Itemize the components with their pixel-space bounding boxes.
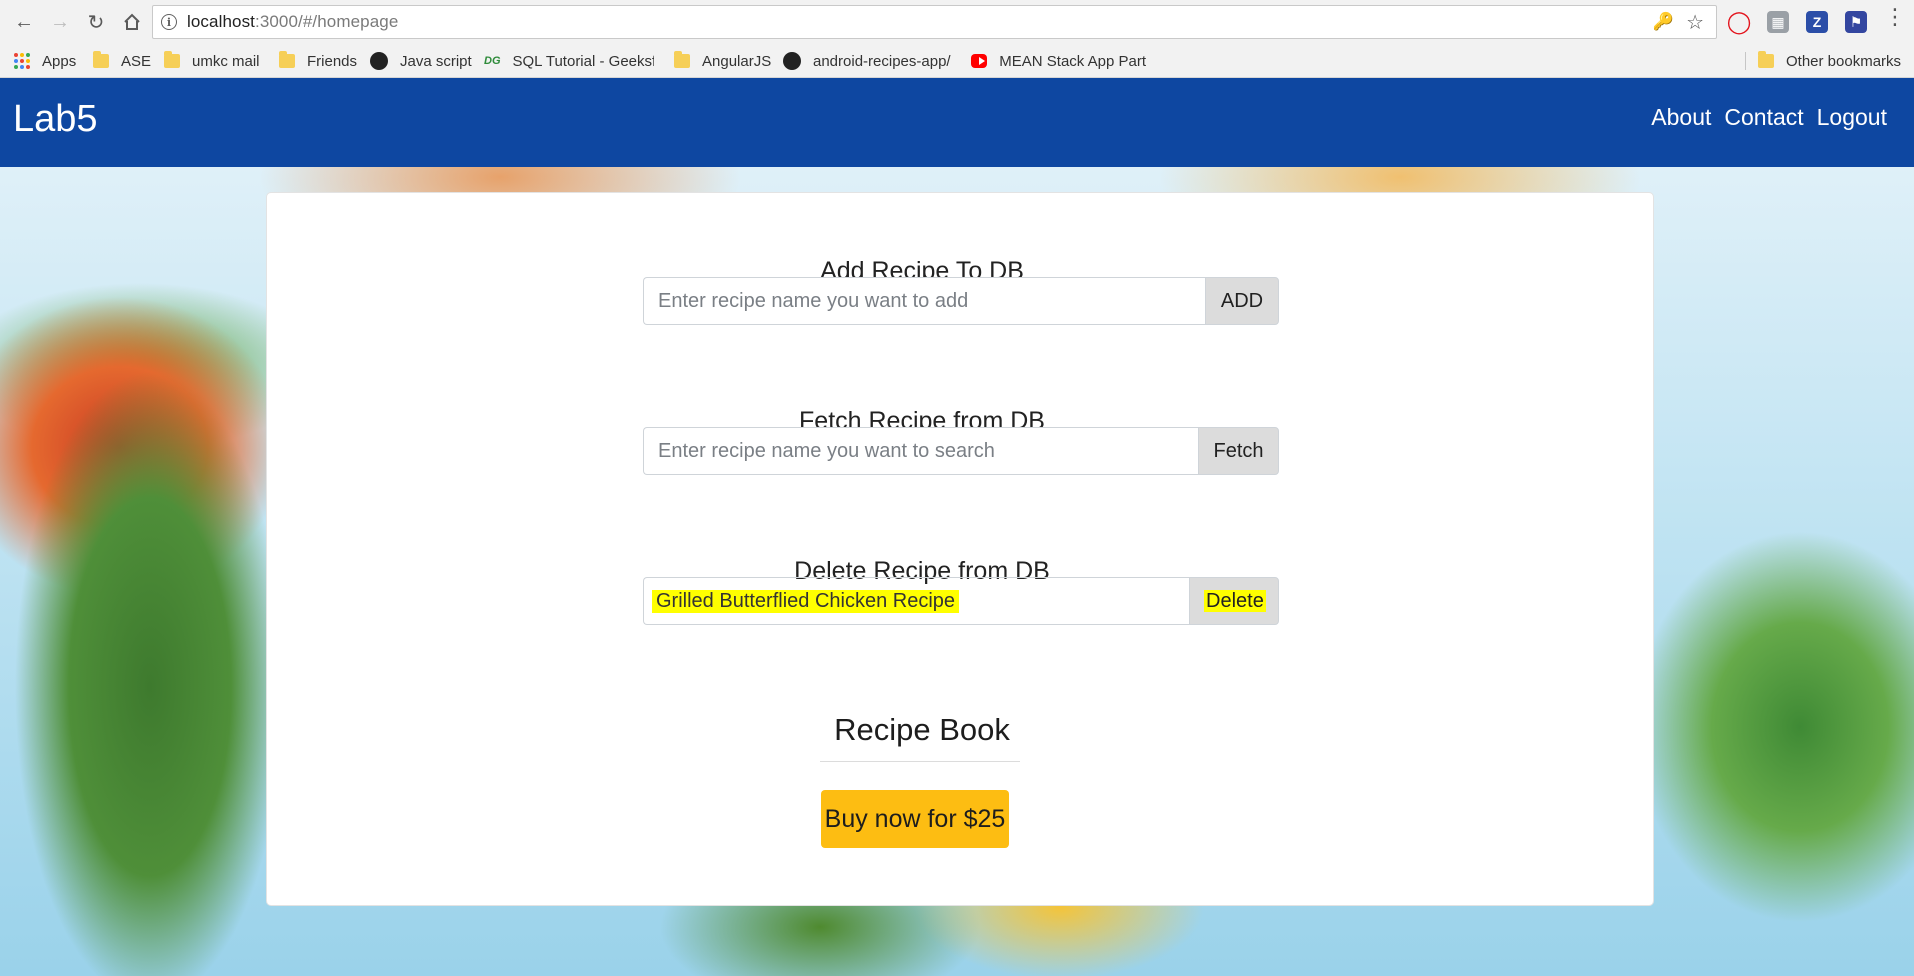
bookmark-friends[interactable]: Friends	[279, 44, 357, 78]
home-icon[interactable]	[116, 6, 148, 38]
bookmarks-bar: Apps ASE umkc mail Friends Java script D…	[0, 44, 1914, 78]
flag-extension-icon[interactable]: ⚑	[1845, 11, 1867, 33]
bookmark-java-script[interactable]: Java script	[370, 44, 472, 78]
github-icon	[370, 52, 388, 70]
apps-grid-icon	[14, 53, 30, 69]
reload-icon[interactable]: ↻	[80, 6, 112, 38]
nav-link-logout[interactable]: Logout	[1817, 104, 1887, 131]
nav-links: About Contact Logout	[1638, 104, 1887, 131]
folder-icon	[279, 51, 295, 68]
menu-icon[interactable]: ⋮	[1884, 6, 1906, 28]
url-text: localhost:3000/#/homepage	[187, 12, 399, 31]
bookmarks-divider	[1745, 52, 1746, 70]
geeksforgeeks-icon: DG	[484, 55, 501, 67]
delete-recipe-group: Grilled Butterflied Chicken Recipe Delet…	[643, 577, 1279, 625]
recipe-book-title: Recipe Book	[834, 712, 1010, 747]
bookmark-apps[interactable]: Apps	[14, 44, 76, 78]
bookmark-star-icon[interactable]: ☆	[1686, 10, 1704, 35]
opera-extension-icon[interactable]: ◯	[1727, 9, 1752, 34]
bookmark-umkc-mail[interactable]: umkc mail	[164, 44, 260, 78]
buy-now-button[interactable]: Buy now for $25	[821, 790, 1009, 848]
folder-icon	[1758, 51, 1774, 68]
divider	[820, 761, 1020, 762]
add-recipe-group: ADD	[643, 277, 1279, 325]
folder-icon	[93, 51, 109, 68]
page-viewport: Lab5 About Contact Logout Add Recipe To …	[0, 78, 1914, 976]
add-recipe-input[interactable]	[643, 277, 1205, 325]
extension-icon[interactable]: ▦	[1767, 11, 1789, 33]
nav-link-about[interactable]: About	[1651, 104, 1711, 131]
nav-link-contact[interactable]: Contact	[1724, 104, 1803, 131]
info-icon[interactable]: i	[161, 14, 177, 30]
browser-toolbar: ← → ↻ i localhost:3000/#/homepage 🔑 ☆ ◯ …	[0, 0, 1914, 44]
folder-icon	[674, 51, 690, 68]
youtube-icon	[971, 54, 988, 68]
github-icon	[783, 52, 801, 70]
fetch-button[interactable]: Fetch	[1198, 427, 1279, 475]
address-bar[interactable]: i localhost:3000/#/homepage 🔑 ☆	[152, 5, 1717, 39]
bookmark-angularjs[interactable]: AngularJS	[674, 44, 771, 78]
fetch-recipe-input[interactable]	[643, 427, 1198, 475]
forward-icon[interactable]: →	[44, 6, 76, 38]
main-card: Add Recipe To DB ADD Fetch Recipe from D…	[266, 192, 1654, 906]
folder-icon	[164, 51, 180, 68]
bookmark-ase[interactable]: ASE	[93, 44, 151, 78]
zotero-extension-icon[interactable]: Z	[1806, 11, 1828, 33]
brand-logo[interactable]: Lab5	[13, 98, 98, 141]
bookmark-android-recipes-app[interactable]: android-recipes-app/	[783, 44, 953, 78]
back-icon[interactable]: ←	[8, 6, 40, 38]
delete-recipe-input[interactable]: Grilled Butterflied Chicken Recipe	[643, 577, 1189, 625]
delete-recipe-value: Grilled Butterflied Chicken Recipe	[652, 589, 960, 613]
key-icon[interactable]: 🔑	[1653, 12, 1674, 32]
navbar: Lab5 About Contact Logout	[0, 78, 1914, 167]
bookmark-sql-tutorial[interactable]: DG SQL Tutorial - Geeksf	[484, 44, 654, 78]
fetch-recipe-group: Fetch	[643, 427, 1279, 475]
bookmark-other-bookmarks[interactable]: Other bookmarks	[1758, 44, 1901, 78]
delete-button[interactable]: Delete	[1189, 577, 1279, 625]
add-button[interactable]: ADD	[1205, 277, 1279, 325]
bookmark-mean-stack[interactable]: MEAN Stack App Part	[971, 44, 1146, 78]
